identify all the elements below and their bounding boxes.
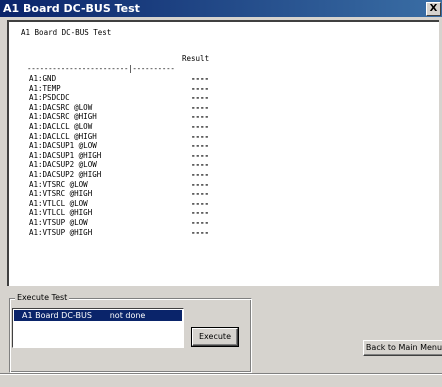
test-name: A1:PSDCDC	[29, 93, 70, 103]
test-result: ----	[191, 121, 210, 131]
test-list-item[interactable]: A1 Board DC-BUS not done	[14, 310, 182, 321]
test-name: A1:VTSUP @LOW	[29, 217, 88, 227]
test-result: ----	[191, 217, 210, 227]
test-result: ----	[191, 102, 210, 112]
test-name: A1:VTLCL @LOW	[29, 198, 88, 208]
back-to-main-menu-button[interactable]: Back to Main Menu	[363, 340, 442, 356]
result-column-header: Result	[182, 54, 210, 63]
test-name: A1:DACSRC @LOW	[29, 102, 93, 112]
result-row: A1:GND ----	[29, 74, 249, 84]
status-bar	[0, 373, 442, 386]
test-name: A1:VTSRC @HIGH	[29, 189, 93, 199]
result-row: A1:TEMP ----	[29, 84, 249, 94]
test-result: ----	[191, 150, 210, 160]
test-result: ----	[191, 227, 210, 237]
result-row: A1:DACSUP1 @LOW ----	[29, 141, 249, 151]
result-row: A1:DACSRC @HIGH ----	[29, 112, 249, 122]
result-row: A1:VTSRC @HIGH ----	[29, 189, 249, 199]
test-result: ----	[191, 131, 210, 141]
test-name: A1:VTSUP @HIGH	[29, 227, 93, 237]
window-title: A1 Board DC-BUS Test	[3, 2, 140, 15]
test-list[interactable]: A1 Board DC-BUS not done	[12, 308, 184, 348]
result-row: A1:DACSUP2 @HIGH ----	[29, 170, 249, 180]
title-bar: A1 Board DC-BUS Test X	[0, 0, 442, 17]
test-result: ----	[191, 160, 210, 170]
result-row: A1:VTLCL @HIGH ----	[29, 208, 249, 218]
report-panel: A1 Board DC-BUS Test Result ------------…	[7, 20, 439, 286]
report-separator: ------------------------|----------	[27, 64, 175, 73]
test-name: A1:VTSRC @LOW	[29, 179, 88, 189]
test-name: A1:DACSUP1 @LOW	[29, 141, 97, 151]
test-name: A1:DACLCL @LOW	[29, 121, 93, 131]
test-name: A1:GND	[29, 74, 57, 83]
close-button[interactable]: X	[426, 2, 441, 16]
test-result: ----	[191, 112, 210, 122]
test-result: ----	[191, 141, 210, 151]
result-row: A1:DACSRC @LOW ----	[29, 103, 249, 113]
test-name: A1:DACSUP2 @HIGH	[29, 169, 102, 179]
result-row: A1:VTSUP @HIGH ----	[29, 228, 249, 238]
result-row: A1:DACSUP2 @LOW ----	[29, 160, 249, 170]
test-name: A1:DACSUP1 @HIGH	[29, 150, 102, 160]
result-rows: A1:GND ---- A1:TEMP ---- A1:PSDCDC ---- A1:DAC…	[29, 74, 249, 237]
execute-test-label: Execute Test	[15, 293, 70, 302]
result-row: A1:DACLCL @HIGH ----	[29, 132, 249, 142]
test-result: ----	[191, 189, 210, 199]
result-row: A1:VTSRC @LOW ----	[29, 180, 249, 190]
test-name: A1:DACLCL @HIGH	[29, 131, 97, 141]
test-result: ----	[191, 93, 210, 103]
result-row: A1:VTLCL @LOW ----	[29, 199, 249, 209]
result-row: A1:DACSUP1 @HIGH ----	[29, 151, 249, 161]
test-result: ----	[191, 74, 210, 83]
test-result: ----	[191, 198, 210, 208]
test-name: A1:VTLCL @HIGH	[29, 208, 93, 218]
test-result: ----	[191, 169, 210, 179]
test-result: ----	[191, 179, 210, 189]
test-result: ----	[191, 83, 210, 93]
report-heading: A1 Board DC-BUS Test	[21, 28, 112, 37]
result-row: A1:PSDCDC ----	[29, 93, 249, 103]
test-name: A1:DACSUP2 @LOW	[29, 160, 97, 170]
test-result: ----	[191, 208, 210, 218]
execute-button[interactable]: Execute	[191, 327, 239, 347]
result-row: A1:DACLCL @LOW ----	[29, 122, 249, 132]
test-name: A1:DACSRC @HIGH	[29, 112, 97, 122]
test-name: A1:TEMP	[29, 83, 61, 93]
result-row: A1:VTSUP @LOW ----	[29, 218, 249, 228]
